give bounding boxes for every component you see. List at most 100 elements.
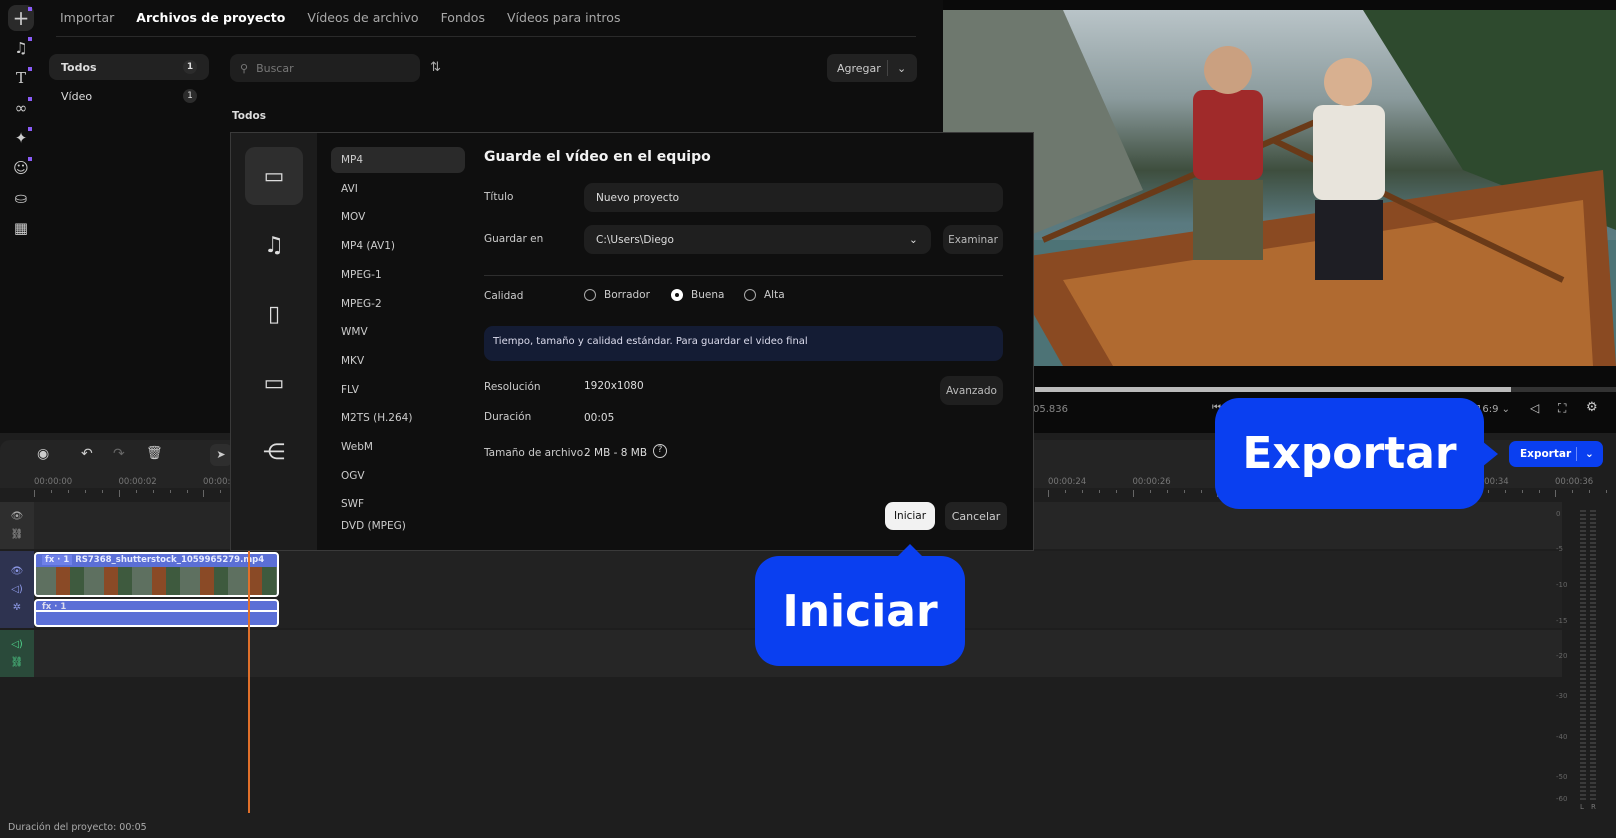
export-button[interactable]: Exportar ⌄ bbox=[1509, 441, 1603, 467]
duration-value: 00:05 bbox=[584, 412, 615, 424]
format-item[interactable]: AVI bbox=[331, 176, 465, 202]
format-item[interactable]: MPEG-1 bbox=[331, 262, 465, 288]
ruler-tick-mark bbox=[1572, 490, 1573, 493]
search-input[interactable]: ⚲ Buscar bbox=[230, 54, 420, 82]
delete-trash-icon[interactable]: 🗑 bbox=[146, 446, 163, 461]
ruler-tick-label: 00:00:36 bbox=[1555, 477, 1594, 487]
ruler-tick-mark bbox=[1555, 490, 1556, 497]
share-icon[interactable]: ⋲ bbox=[245, 423, 303, 481]
tab-videos-de-archivo[interactable]: Vídeos de archivo bbox=[307, 10, 418, 25]
ruler-tick-mark bbox=[1504, 490, 1506, 493]
divider bbox=[484, 275, 1003, 276]
title-input[interactable]: Nuevo proyecto bbox=[584, 183, 1003, 212]
add-icon[interactable]: + bbox=[8, 5, 34, 31]
effect-clip[interactable]: fx · 1 bbox=[34, 599, 279, 627]
ruler-tick-mark bbox=[186, 490, 188, 493]
format-item[interactable]: MOV bbox=[331, 204, 465, 230]
effects-wand-icon[interactable]: ✦ bbox=[8, 125, 34, 151]
format-item[interactable]: MPEG-2 bbox=[331, 291, 465, 317]
meter-db-label: -60 bbox=[1556, 795, 1568, 803]
format-item[interactable]: WebM bbox=[331, 434, 465, 460]
callout-exportar: Exportar bbox=[1215, 398, 1484, 509]
ruler-tick-mark bbox=[203, 490, 204, 497]
sticker-icon[interactable]: ☺ bbox=[8, 155, 34, 181]
tab-fondos[interactable]: Fondos bbox=[441, 10, 485, 25]
text-icon[interactable]: T bbox=[8, 65, 34, 91]
store-icon[interactable]: ⛀ bbox=[8, 185, 34, 211]
ruler-tick-label: 00:00:24 bbox=[1048, 477, 1087, 487]
music-icon[interactable]: ♫ bbox=[8, 35, 34, 61]
start-button[interactable]: Iniciar bbox=[885, 502, 935, 530]
chevron-down-icon[interactable]: ⌄ bbox=[1577, 448, 1594, 460]
transitions-icon[interactable]: ∞ bbox=[8, 95, 34, 121]
redo-icon[interactable]: ↷ bbox=[113, 446, 125, 462]
fullscreen-icon[interactable]: ⛶ bbox=[1558, 401, 1566, 416]
save-location-label: Guardar en bbox=[484, 233, 544, 245]
format-item[interactable]: MKV bbox=[331, 348, 465, 374]
advanced-button[interactable]: Avanzado bbox=[940, 376, 1003, 405]
ruler-tick-mark bbox=[152, 490, 154, 493]
ruler-tick-mark bbox=[1200, 490, 1202, 493]
category-video[interactable]: Vídeo 1 bbox=[49, 83, 209, 109]
sort-icon[interactable]: ⇅ bbox=[430, 60, 441, 75]
unlink-icon[interactable]: ⛓ bbox=[11, 657, 24, 668]
format-item[interactable]: DVD (MPEG) bbox=[331, 520, 465, 532]
filesize-label: Tamaño de archivo bbox=[484, 447, 584, 459]
search-icon: ⚲ bbox=[240, 61, 249, 75]
format-item[interactable]: MP4 bbox=[331, 147, 465, 173]
quality-radio-buena[interactable]: Buena bbox=[671, 289, 724, 301]
format-item[interactable]: FLV bbox=[331, 377, 465, 403]
tab-importar[interactable]: Importar bbox=[60, 10, 114, 25]
audio-icon[interactable]: ◁) bbox=[11, 584, 23, 595]
quality-radio-alta[interactable]: Alta bbox=[744, 289, 785, 301]
tv-monitor-icon[interactable]: ▭ bbox=[245, 354, 303, 412]
chevron-down-icon[interactable]: ⌄ bbox=[897, 62, 906, 75]
chevron-down-icon: ⌄ bbox=[909, 233, 918, 246]
quality-info-box: Tiempo, tamaño y calidad estándar. Para … bbox=[484, 326, 1003, 361]
format-item[interactable]: M2TS (H.264) bbox=[331, 405, 465, 431]
link-icon[interactable]: ⛓ bbox=[11, 529, 24, 540]
preview-scrubber[interactable] bbox=[1035, 387, 1616, 392]
eye-icon[interactable]: 👁 bbox=[11, 511, 24, 522]
undo-icon[interactable]: ↶ bbox=[81, 446, 93, 462]
video-camera-icon[interactable]: ▭ bbox=[245, 147, 303, 205]
save-location-value: C:\Users\Diego bbox=[596, 233, 674, 246]
tab-videos-para-intros[interactable]: Vídeos para intros bbox=[507, 10, 620, 25]
mobile-device-icon[interactable]: ▯ bbox=[245, 285, 303, 343]
help-icon[interactable]: ? bbox=[653, 444, 667, 458]
ruler-tick-mark bbox=[1149, 490, 1151, 493]
format-item[interactable]: SWF bbox=[331, 491, 465, 517]
volume-icon[interactable]: ◁ bbox=[1530, 401, 1539, 415]
callout-iniciar: Iniciar bbox=[755, 556, 965, 666]
eye-icon[interactable]: 👁 bbox=[11, 566, 24, 577]
add-button[interactable]: Agregar ⌄ bbox=[827, 54, 917, 82]
apps-grid-icon[interactable]: ▦ bbox=[8, 215, 34, 241]
format-item[interactable]: WMV bbox=[331, 319, 465, 345]
category-label: Vídeo bbox=[61, 89, 93, 103]
format-item[interactable]: MP4 (AV1) bbox=[331, 233, 465, 259]
ruler-tick-mark bbox=[1065, 490, 1066, 493]
category-todos[interactable]: Todos 1 bbox=[49, 54, 209, 80]
ruler-tick-mark bbox=[135, 490, 137, 493]
format-item[interactable]: OGV bbox=[331, 463, 465, 489]
settings-gear-icon[interactable]: ⚙ bbox=[1586, 400, 1598, 415]
video-preview bbox=[943, 10, 1616, 366]
tab-archivos-de-proyecto[interactable]: Archivos de proyecto bbox=[136, 10, 285, 25]
quality-radio-borrador[interactable]: Borrador bbox=[584, 289, 650, 301]
browse-button[interactable]: Examinar bbox=[943, 225, 1003, 254]
ruler-tick-mark bbox=[1116, 490, 1117, 493]
save-location-select[interactable]: C:\Users\Diego ⌄ bbox=[584, 225, 931, 254]
video-clip[interactable]: fx · 1 RS7368_shutterstock_1059965279.mp… bbox=[34, 552, 279, 597]
audio-icon[interactable]: ◁) bbox=[11, 639, 23, 650]
cancel-button[interactable]: Cancelar bbox=[945, 502, 1007, 530]
ruler-tick-label: 00:00:00 bbox=[34, 477, 73, 487]
category-label: Todos bbox=[61, 60, 97, 74]
music-note-icon[interactable]: ♫ bbox=[245, 216, 303, 274]
meter-label-right: R bbox=[1591, 803, 1596, 811]
record-icon[interactable]: ◉ bbox=[37, 446, 49, 462]
export-dialog: ▭ ♫ ▯ ▭ ⋲ MP4 AVI MOV MP4 (AV1) MPEG-1 MPEG-2… bbox=[230, 132, 1034, 551]
select-tool-icon[interactable]: ➤ bbox=[210, 444, 232, 466]
ruler-tick-mark bbox=[118, 490, 120, 497]
effects-icon[interactable]: ✲ bbox=[13, 602, 21, 613]
ruler-tick-mark bbox=[85, 490, 86, 493]
